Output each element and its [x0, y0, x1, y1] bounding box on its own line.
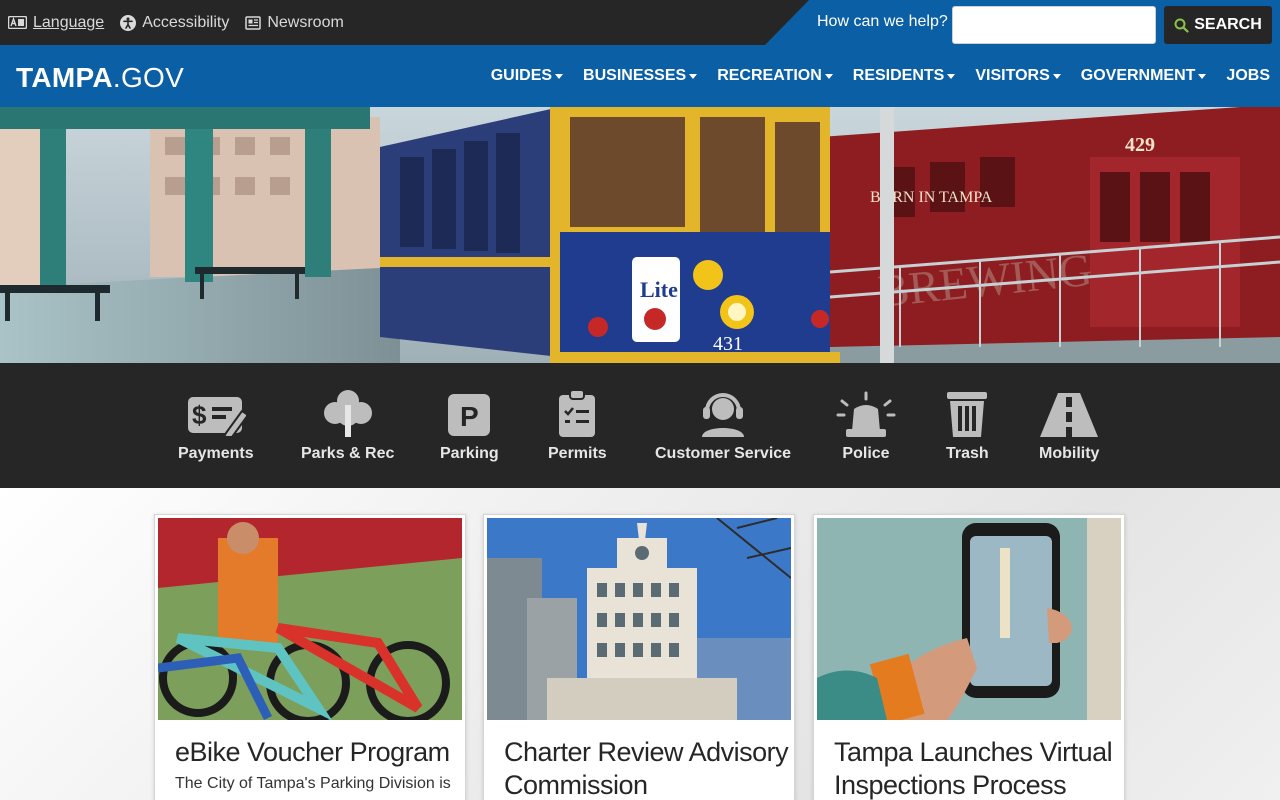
- news-card-title: Tampa Launches Virtual Inspections Proce…: [834, 737, 1113, 800]
- clipboard-icon: [559, 389, 596, 437]
- main-nav: TAMPA.GOV GUIDES BUSINESSES RECREATION R…: [0, 45, 1280, 107]
- nav-businesses[interactable]: BUSINESSES: [583, 67, 698, 85]
- nav-menu: GUIDES BUSINESSES RECREATION RESIDENTS V…: [491, 45, 1270, 107]
- nav-government[interactable]: GOVERNMENT: [1081, 67, 1207, 85]
- siren-icon: [836, 391, 896, 437]
- caret-down-icon: [689, 74, 698, 79]
- hero-image: 429 BORN IN TAMPA BREWING Lite 431: [0, 107, 1280, 363]
- road-icon: [1040, 393, 1099, 437]
- svg-text:$: $: [192, 400, 207, 430]
- news-card-image: [158, 518, 462, 720]
- parking-icon: P: [448, 394, 491, 436]
- nav-recreation-label: RECREATION: [717, 67, 822, 84]
- search-button-label: SEARCH: [1194, 16, 1262, 33]
- search-button[interactable]: SEARCH: [1164, 6, 1272, 44]
- nav-visitors[interactable]: VISITORS: [975, 67, 1061, 85]
- caret-down-icon: [947, 74, 956, 79]
- language-label: Language: [33, 13, 105, 31]
- hero-rear-number: 429: [1125, 134, 1155, 156]
- hero-front-number: 431: [713, 333, 743, 355]
- quick-link-parking[interactable]: P Parking: [440, 389, 499, 463]
- payments-icon: $: [187, 397, 246, 437]
- utility-links: Language Accessibility Newsroom: [8, 0, 344, 45]
- news-card-charter[interactable]: Charter Review Advisory Commission: [483, 514, 795, 800]
- headset-icon: [702, 393, 745, 437]
- nav-businesses-label: BUSINESSES: [583, 67, 687, 84]
- quick-link-police[interactable]: Police: [836, 389, 896, 463]
- quick-link-label: Police: [842, 445, 890, 462]
- news-card-title: eBike Voucher Program: [175, 737, 450, 767]
- nav-jobs[interactable]: JOBS: [1226, 67, 1270, 85]
- newsroom-label: Newsroom: [267, 13, 344, 31]
- newspaper-icon: [245, 15, 262, 30]
- caret-down-icon: [1052, 74, 1061, 79]
- tree-icon: [323, 390, 372, 437]
- caret-down-icon: [1198, 74, 1207, 79]
- nav-guides-label: GUIDES: [490, 67, 553, 84]
- nav-residents[interactable]: RESIDENTS: [853, 67, 956, 85]
- accessibility-icon: [120, 14, 137, 31]
- quick-link-trash[interactable]: Trash: [946, 389, 989, 463]
- newsroom-link[interactable]: Newsroom: [245, 13, 344, 32]
- news-card-desc: The City of Tampa's Parking Division is: [175, 775, 451, 792]
- nav-residents-label: RESIDENTS: [852, 67, 945, 84]
- quick-link-label: Permits: [548, 445, 607, 462]
- language-icon: [8, 16, 27, 29]
- logo-main: TAMPA: [16, 62, 113, 93]
- quick-link-label: Payments: [178, 445, 254, 462]
- hero-ad-text: Lite: [640, 277, 678, 302]
- trash-icon: [947, 392, 988, 437]
- logo-suffix: .GOV: [112, 62, 185, 93]
- search-input[interactable]: [952, 6, 1156, 44]
- language-link[interactable]: Language: [8, 14, 104, 32]
- quick-link-label: Mobility: [1039, 445, 1100, 462]
- search-label: How can we help?: [817, 13, 948, 30]
- search-icon: [1174, 18, 1189, 33]
- quick-links-bar: $ Payments Parks & Rec P Parking Permits…: [0, 363, 1280, 488]
- site-logo[interactable]: TAMPA.GOV: [16, 62, 184, 94]
- accessibility-link[interactable]: Accessibility: [120, 14, 229, 32]
- quick-link-label: Customer Service: [655, 445, 792, 462]
- news-card-image: [817, 518, 1121, 720]
- quick-link-customer-service[interactable]: Customer Service: [655, 389, 791, 463]
- hero-banner: 429 BORN IN TAMPA BREWING Lite 431: [0, 107, 1280, 363]
- caret-down-icon: [555, 74, 564, 79]
- nav-recreation[interactable]: RECREATION: [717, 67, 833, 85]
- quick-link-parks[interactable]: Parks & Rec: [301, 389, 394, 463]
- utility-bar: Language Accessibility Newsroom How can …: [0, 0, 1280, 45]
- news-card-title: Charter Review Advisory Commission: [504, 737, 789, 800]
- quick-link-permits[interactable]: Permits: [548, 389, 607, 463]
- news-card-inspections[interactable]: Tampa Launches Virtual Inspections Proce…: [813, 514, 1125, 800]
- news-card-image: [487, 518, 791, 720]
- quick-link-label: Trash: [946, 445, 989, 462]
- quick-link-label: Parking: [440, 445, 499, 462]
- quick-link-mobility[interactable]: Mobility: [1039, 389, 1099, 463]
- news-section: eBike Voucher Program The City of Tampa'…: [0, 488, 1280, 800]
- nav-government-label: GOVERNMENT: [1080, 67, 1196, 84]
- nav-jobs-label: JOBS: [1226, 67, 1270, 84]
- nav-guides[interactable]: GUIDES: [490, 67, 564, 85]
- quick-link-label: Parks & Rec: [301, 445, 395, 462]
- caret-down-icon: [824, 74, 833, 79]
- nav-visitors-label: VISITORS: [975, 67, 1050, 84]
- quick-link-payments[interactable]: $ Payments: [178, 389, 254, 463]
- svg-text:P: P: [460, 401, 479, 432]
- accessibility-label: Accessibility: [142, 13, 230, 31]
- news-card-ebike[interactable]: eBike Voucher Program The City of Tampa'…: [154, 514, 466, 800]
